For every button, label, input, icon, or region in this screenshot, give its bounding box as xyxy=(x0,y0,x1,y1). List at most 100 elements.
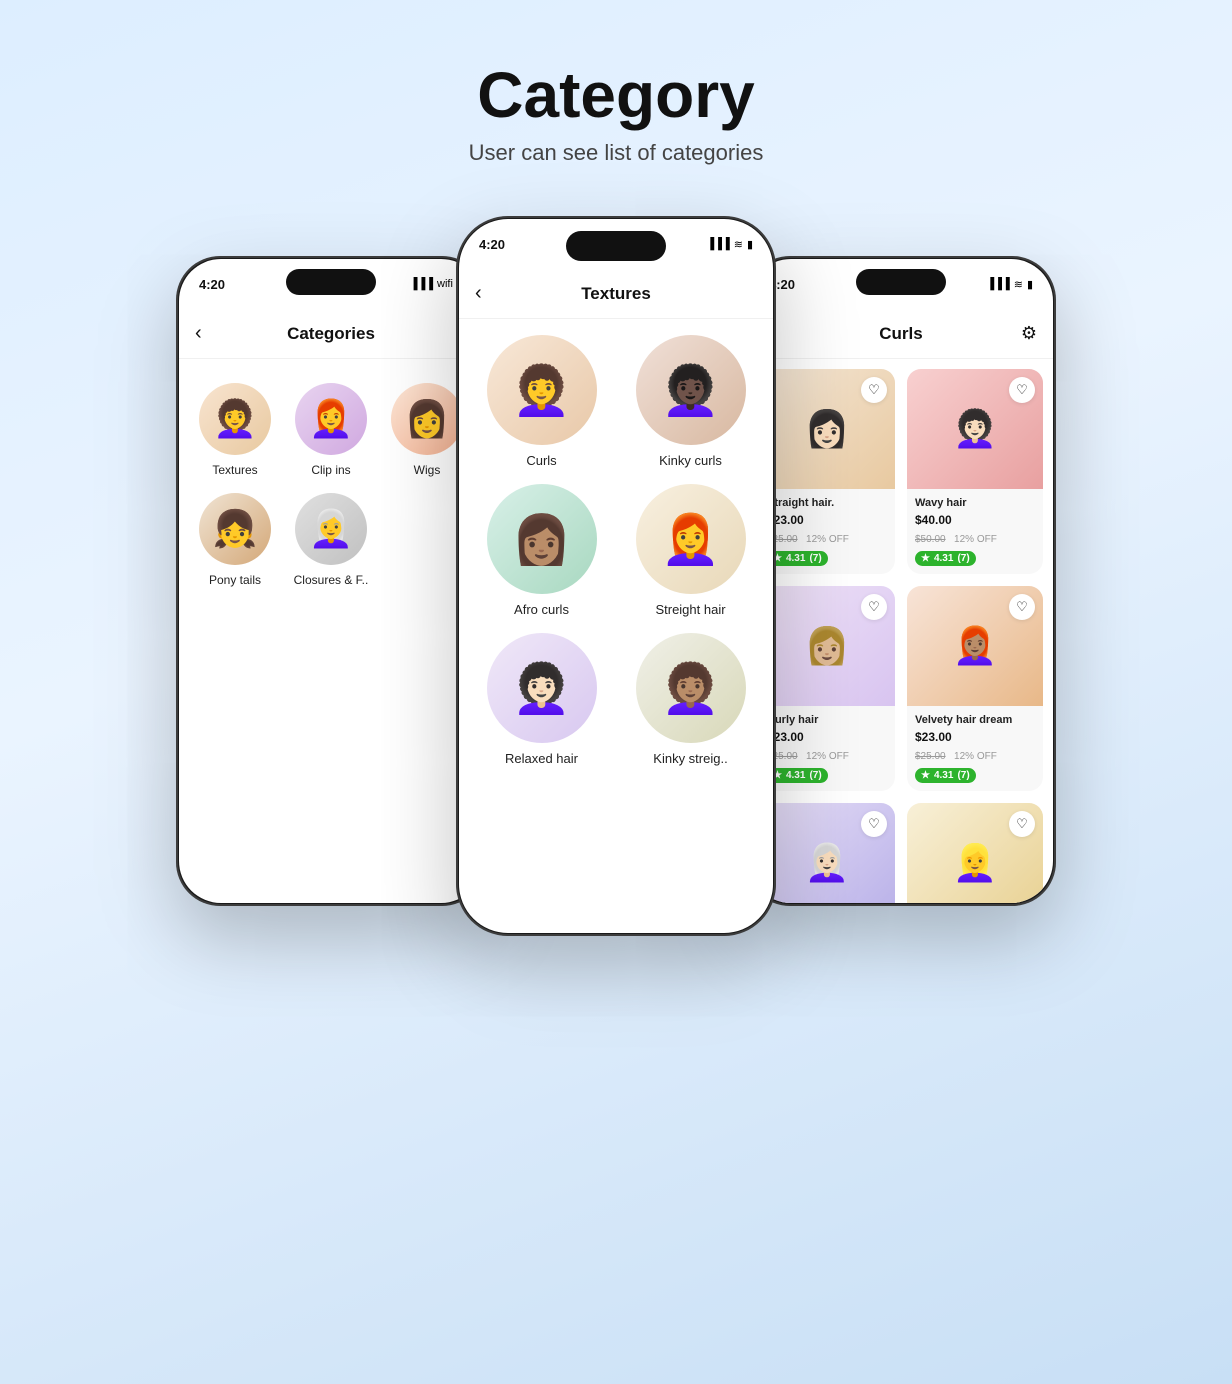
heart-btn-5[interactable]: ♡ xyxy=(861,811,887,837)
texture-avatar-kinky-curls: 👩🏿‍🦱 xyxy=(636,335,746,445)
product-discount-3: 12% OFF xyxy=(806,751,849,762)
time-center: 4:20 xyxy=(479,237,505,252)
category-item-clipins[interactable]: 👩‍🦰 Clip ins xyxy=(291,383,371,477)
filter-button[interactable]: ⚙ xyxy=(1021,323,1037,344)
rating-value-3: 4.31 xyxy=(786,770,805,781)
texture-afro-curls[interactable]: 👩🏽 Afro curls xyxy=(475,484,608,617)
product-card-curly[interactable]: 👩🏼 ♡ Curly hair $23.00 $25.00 12% OFF xyxy=(759,586,895,791)
product-img-velvety: 👩🏽‍🦰 ♡ xyxy=(907,586,1043,706)
back-button-left[interactable]: ‹ xyxy=(195,322,202,345)
ponytails-icon: 👧 xyxy=(213,508,258,550)
heart-btn-1[interactable]: ♡ xyxy=(861,377,887,403)
texture-avatar-straight: 👩‍🦰 xyxy=(636,484,746,594)
product-name-1: Straight hair. xyxy=(767,497,887,509)
phone-textures: 4:20 ▐▐▐ ≋ ▮ ‹ Textures 👩‍🦱 Curls xyxy=(456,216,776,936)
texture-curls[interactable]: 👩‍🦱 Curls xyxy=(475,335,608,468)
status-icons-right: ▐▐▐ ≋ ▮ xyxy=(986,278,1033,291)
rating-value-4: 4.31 xyxy=(934,770,953,781)
category-avatar-ponytails: 👧 xyxy=(199,493,271,565)
product-pricing-1: $23.00 xyxy=(767,511,887,529)
dynamic-island-center xyxy=(566,231,666,261)
texture-label-kinky-straight: Kinky streig.. xyxy=(653,751,727,766)
product-old-pricing-1: $25.00 12% OFF xyxy=(767,529,887,547)
straight-icon: 👩‍🦰 xyxy=(661,511,721,568)
product-old-price-4: $25.00 xyxy=(915,751,946,762)
dynamic-island-right xyxy=(856,269,946,295)
texture-avatar-curls: 👩‍🦱 xyxy=(487,335,597,445)
wifi-icon-center: ≋ xyxy=(734,238,743,251)
category-item-textures[interactable]: 👩‍🦱 Textures xyxy=(195,383,275,477)
texture-avatar-afro-curls: 👩🏽 xyxy=(487,484,597,594)
product-card-velvety[interactable]: 👩🏽‍🦰 ♡ Velvety hair dream $23.00 $25.00 … xyxy=(907,586,1043,791)
category-avatar-closures: 👩‍🦳 xyxy=(295,493,367,565)
category-avatar-textures: 👩‍🦱 xyxy=(199,383,271,455)
texture-straight-hair[interactable]: 👩‍🦰 Streight hair xyxy=(624,484,757,617)
signal-icon-left: ▐▐▐ xyxy=(410,278,433,290)
categories-grid: 👩‍🦱 Textures 👩‍🦰 Clip ins 👩 xyxy=(195,375,467,587)
texture-label-kinky-curls: Kinky curls xyxy=(659,453,722,468)
category-label-wigs: Wigs xyxy=(414,463,441,477)
category-item-ponytails[interactable]: 👧 Pony tails xyxy=(195,493,275,587)
categories-title: Categories xyxy=(287,324,375,344)
product-discount-2: 12% OFF xyxy=(954,534,997,545)
phone-curls: 4:20 ▐▐▐ ≋ ▮ ‹ Curls ⚙ 👩🏻 xyxy=(746,256,1056,906)
texture-avatar-kinky-straight: 👩🏽‍🦱 xyxy=(636,633,746,743)
product-person-5: 👩🏻‍🦳 xyxy=(805,842,850,884)
phones-row: 4:20 ▐▐▐ wifi ▮ ‹ Categories 👩‍🦱 xyxy=(176,216,1056,936)
product-price-4: $23.00 xyxy=(915,730,952,744)
product-old-pricing-3: $25.00 12% OFF xyxy=(767,746,887,764)
product-card-straight[interactable]: 👩🏻 ♡ Straight hair. $23.00 $25.00 12% OF… xyxy=(759,369,895,574)
review-count-3: (7) xyxy=(809,770,821,781)
signal-icon-center: ▐▐▐ xyxy=(706,238,729,250)
product-img-blonde: 👱‍♀️ ♡ xyxy=(907,803,1043,903)
product-person-3: 👩🏼 xyxy=(805,625,850,667)
categories-content: 👩‍🦱 Textures 👩‍🦰 Clip ins 👩 xyxy=(179,359,483,903)
page-header: Category User can see list of categories xyxy=(469,60,764,166)
status-icons-left: ▐▐▐ wifi ▮ xyxy=(410,278,463,291)
rating-value-1: 4.31 xyxy=(786,553,805,564)
texture-label-afro-curls: Afro curls xyxy=(514,602,569,617)
category-avatar-clipins: 👩‍🦰 xyxy=(295,383,367,455)
back-button-center[interactable]: ‹ xyxy=(475,282,482,305)
relaxed-icon: 👩🏻‍🦱 xyxy=(512,660,572,717)
product-name-3: Curly hair xyxy=(767,714,887,726)
textures-title: Textures xyxy=(581,284,651,304)
product-rating-1: ★ 4.31 (7) xyxy=(767,551,828,566)
product-name-4: Velvety hair dream xyxy=(915,714,1035,726)
product-pricing-3: $23.00 xyxy=(767,728,887,746)
texture-avatar-relaxed: 👩🏻‍🦱 xyxy=(487,633,597,743)
kinky-straight-icon: 👩🏽‍🦱 xyxy=(661,660,721,717)
heart-btn-4[interactable]: ♡ xyxy=(1009,594,1035,620)
product-rating-2: ★ 4.31 (7) xyxy=(915,551,976,566)
category-item-wigs[interactable]: 👩 Wigs xyxy=(387,383,467,477)
textures-icon: 👩‍🦱 xyxy=(213,398,258,440)
texture-label-curls: Curls xyxy=(526,453,556,468)
heart-btn-2[interactable]: ♡ xyxy=(1009,377,1035,403)
product-person-6: 👱‍♀️ xyxy=(953,842,998,884)
category-item-closures[interactable]: 👩‍🦳 Closures & F.. xyxy=(291,493,371,587)
category-label-ponytails: Pony tails xyxy=(209,573,261,587)
texture-relaxed-hair[interactable]: 👩🏻‍🦱 Relaxed hair xyxy=(475,633,608,766)
product-card-long-wavy[interactable]: 👩🏻‍🦳 ♡ xyxy=(759,803,895,903)
products-grid: 👩🏻 ♡ Straight hair. $23.00 $25.00 12% OF… xyxy=(759,369,1043,903)
product-img-long-wavy: 👩🏻‍🦳 ♡ xyxy=(759,803,895,903)
product-info-1: Straight hair. $23.00 $25.00 12% OFF ★ 4… xyxy=(759,489,895,574)
star-icon-2: ★ xyxy=(921,553,930,564)
texture-label-straight: Streight hair xyxy=(655,602,725,617)
product-person-4: 👩🏽‍🦰 xyxy=(953,625,998,667)
product-img-straight: 👩🏻 ♡ xyxy=(759,369,895,489)
wifi-icon-right: ≋ xyxy=(1014,278,1023,291)
product-card-wavy[interactable]: 👩🏻‍🦱 ♡ Wavy hair $40.00 $50.00 12% OFF xyxy=(907,369,1043,574)
category-avatar-wigs: 👩 xyxy=(391,383,463,455)
product-discount-1: 12% OFF xyxy=(806,534,849,545)
heart-btn-3[interactable]: ♡ xyxy=(861,594,887,620)
product-info-3: Curly hair $23.00 $25.00 12% OFF ★ 4.31 xyxy=(759,706,895,791)
texture-kinky-curls[interactable]: 👩🏿‍🦱 Kinky curls xyxy=(624,335,757,468)
product-card-blonde[interactable]: 👱‍♀️ ♡ xyxy=(907,803,1043,903)
page-subtitle: User can see list of categories xyxy=(469,140,764,166)
product-old-pricing-2: $50.00 12% OFF xyxy=(915,529,1035,547)
heart-btn-6[interactable]: ♡ xyxy=(1009,811,1035,837)
texture-kinky-straight[interactable]: 👩🏽‍🦱 Kinky streig.. xyxy=(624,633,757,766)
product-pricing-2: $40.00 xyxy=(915,511,1035,529)
categories-header: ‹ Categories xyxy=(179,309,483,359)
